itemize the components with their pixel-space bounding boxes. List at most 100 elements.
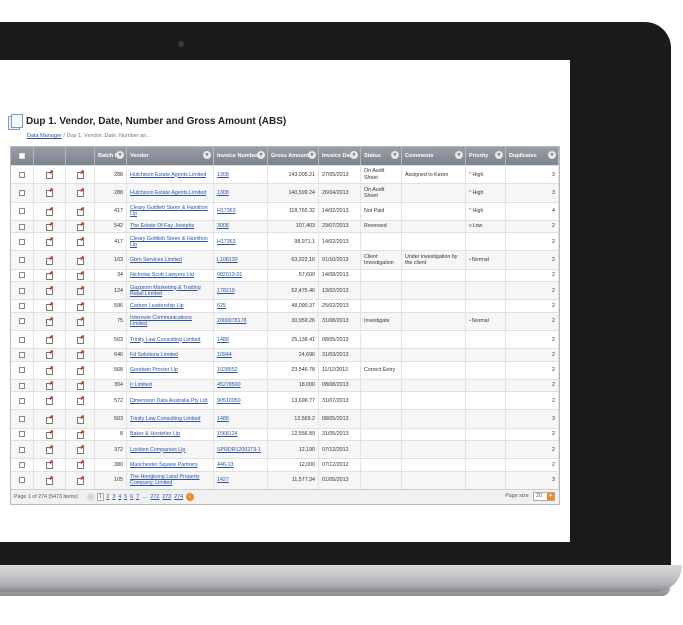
row-select[interactable]	[11, 166, 34, 184]
invoice-link[interactable]: L108130	[217, 257, 238, 263]
row-edit[interactable]	[66, 269, 95, 282]
row-edit[interactable]	[66, 233, 95, 251]
row-view[interactable]	[34, 392, 66, 410]
row-checkbox[interactable]	[19, 287, 25, 294]
row-select[interactable]	[11, 349, 34, 361]
view-icon[interactable]	[46, 272, 53, 280]
header-duplicates[interactable]: Duplicates ▾	[506, 147, 559, 165]
row-checkbox[interactable]	[19, 431, 25, 438]
row-view[interactable]	[34, 166, 66, 184]
row-view[interactable]	[34, 282, 66, 300]
invoice-link[interactable]: 1568124	[217, 431, 238, 437]
row-edit[interactable]	[66, 184, 95, 202]
invoice-link[interactable]: 1488	[217, 416, 229, 422]
view-icon[interactable]	[46, 208, 53, 216]
header-select-all[interactable]	[11, 147, 34, 165]
edit-icon[interactable]	[76, 477, 84, 485]
vendor-link[interactable]: Interoute Communications Limited	[130, 315, 210, 327]
row-checkbox[interactable]	[19, 382, 25, 389]
vendor-link[interactable]: Trinity Law Consulting Limited	[130, 416, 200, 422]
header-gross-amount[interactable]: Gross Amount ▾	[268, 147, 319, 165]
edit-icon[interactable]	[76, 431, 84, 439]
row-checkbox[interactable]	[19, 208, 25, 215]
invoice-link[interactable]: 90510950	[217, 398, 241, 404]
edit-icon[interactable]	[76, 351, 84, 360]
row-select[interactable]	[11, 428, 34, 441]
view-icon[interactable]	[46, 318, 53, 326]
row-select[interactable]	[11, 282, 34, 300]
row-checkbox[interactable]	[19, 318, 25, 325]
header-comments[interactable]: Comments ▾	[402, 147, 466, 165]
vendor-link[interactable]: Cleary Gottlieb Steen & Hamilton Llp	[130, 205, 210, 217]
invoice-link[interactable]: 1028552	[217, 367, 238, 373]
row-checkbox[interactable]	[19, 238, 25, 245]
invoice-link[interactable]: 1488	[217, 337, 229, 343]
page-link[interactable]: 274	[174, 494, 183, 500]
vendor-link[interactable]: The Estate Of Fay Josephs	[130, 223, 194, 229]
view-icon[interactable]	[46, 477, 53, 485]
row-checkbox[interactable]	[19, 477, 25, 484]
select-all-checkbox[interactable]	[19, 153, 25, 159]
header-batch-id[interactable]: Batch ID ▾	[95, 147, 127, 165]
row-checkbox[interactable]	[19, 397, 25, 404]
row-edit[interactable]	[66, 166, 95, 184]
edit-icon[interactable]	[76, 336, 84, 345]
page-link[interactable]: 6	[130, 494, 133, 500]
vendor-link[interactable]: Fd Solutions Limited	[130, 352, 178, 358]
vendor-link[interactable]: Lockton Companies Llp	[130, 447, 185, 453]
vendor-link[interactable]: Dimension Data Australia Pty Ltd	[130, 398, 207, 404]
edit-icon[interactable]	[76, 446, 84, 455]
row-edit[interactable]	[66, 410, 95, 428]
row-edit[interactable]	[66, 300, 95, 312]
page-link[interactable]: 5	[124, 494, 127, 500]
view-icon[interactable]	[46, 382, 53, 390]
row-view[interactable]	[34, 202, 66, 220]
header-status[interactable]: Status ▾	[361, 147, 402, 165]
row-edit[interactable]	[66, 392, 95, 410]
view-icon[interactable]	[46, 303, 53, 311]
row-view[interactable]	[34, 312, 66, 330]
row-edit[interactable]	[66, 428, 95, 441]
invoice-link[interactable]: 446-13	[217, 462, 234, 468]
filter-icon[interactable]: ▾	[455, 151, 463, 159]
view-icon[interactable]	[46, 223, 53, 232]
header-invoice-date[interactable]: Invoice Date ▾	[319, 147, 361, 165]
invoice-link[interactable]: 10944	[217, 352, 232, 358]
view-icon[interactable]	[46, 397, 53, 406]
invoice-link[interactable]: SPRDR1200273-1	[217, 447, 261, 453]
header-invoice-number[interactable]: Invoice Number ▾	[214, 147, 268, 165]
view-icon[interactable]	[46, 446, 53, 455]
edit-icon[interactable]	[76, 272, 84, 280]
row-edit[interactable]	[66, 471, 95, 489]
invoice-link[interactable]: 2000078178	[217, 318, 246, 324]
page-link[interactable]: 273	[162, 494, 171, 500]
header-vendor[interactable]: Vendor ▾	[127, 147, 214, 165]
invoice-link[interactable]: 082013-01	[217, 272, 242, 278]
vendor-link[interactable]: Nicholas Scott Lawyers Ltd	[130, 272, 194, 278]
page-size-select[interactable]: 20	[533, 491, 555, 501]
filter-icon[interactable]: ▾	[350, 151, 358, 159]
edit-icon[interactable]	[76, 238, 84, 247]
filter-icon[interactable]: ▾	[203, 151, 211, 159]
prev-page-icon[interactable]: ‹	[86, 492, 95, 501]
breadcrumb-data-manager[interactable]: Data Manager	[27, 133, 62, 139]
view-icon[interactable]	[46, 431, 53, 439]
row-select[interactable]	[11, 184, 34, 202]
edit-icon[interactable]	[76, 287, 84, 296]
edit-icon[interactable]	[76, 382, 84, 390]
row-edit[interactable]	[66, 282, 95, 300]
invoice-link[interactable]: 1427	[217, 477, 229, 483]
filter-icon[interactable]: ▾	[495, 151, 503, 159]
vendor-link[interactable]: Hutchison Estate Agents Limited	[130, 190, 206, 196]
edit-icon[interactable]	[76, 171, 84, 180]
filter-icon[interactable]: ▾	[116, 151, 124, 159]
vendor-link[interactable]: Baker & Hostetler Llp	[130, 431, 180, 437]
vendor-link[interactable]: Ir Limited	[130, 382, 152, 388]
view-icon[interactable]	[46, 351, 53, 360]
next-page-icon[interactable]: ›	[185, 492, 194, 501]
row-select[interactable]	[11, 441, 34, 459]
row-select[interactable]	[11, 202, 34, 220]
row-edit[interactable]	[66, 330, 95, 349]
row-select[interactable]	[11, 312, 34, 330]
row-checkbox[interactable]	[19, 367, 25, 374]
